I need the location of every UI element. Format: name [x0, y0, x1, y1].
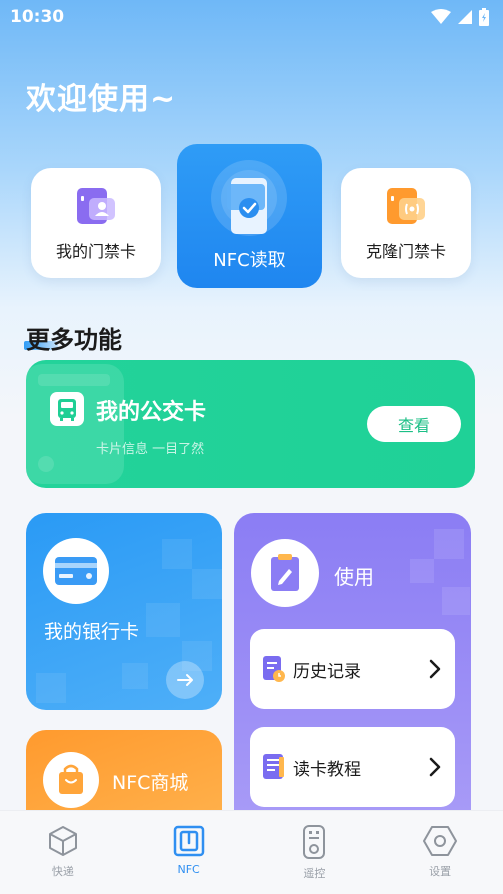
my-access-card-button[interactable]: 我的门禁卡 — [31, 168, 161, 278]
read-card-tutorial-label: 读卡教程 — [293, 760, 361, 780]
welcome-title: 欢迎使用~ — [26, 82, 177, 117]
access-card-icon — [77, 188, 115, 224]
chevron-right-icon — [429, 757, 441, 777]
tab-nfc-label: NFC — [177, 863, 200, 876]
more-features-title: 更多功能 — [26, 326, 122, 354]
tab-remote-label: 遥控 — [303, 867, 326, 880]
tab-settings[interactable]: 设置 — [377, 811, 503, 894]
nfc-read-button[interactable]: NFC读取 — [177, 144, 322, 288]
cube-icon — [48, 826, 77, 856]
chevron-right-icon — [429, 659, 441, 679]
tutorial-doc-icon — [263, 754, 284, 779]
bus-card-title: 我的公交卡 — [96, 400, 207, 425]
hexagon-settings-icon — [423, 826, 458, 856]
wifi-icon — [431, 9, 451, 24]
nfc-shop-title: NFC商城 — [112, 772, 189, 794]
tab-remote[interactable]: 遥控 — [252, 811, 378, 894]
bus-card-subtitle: 卡片信息 一目了然 — [96, 442, 205, 457]
clone-access-card-button[interactable]: 克隆门禁卡 — [341, 168, 471, 278]
my-access-card-label: 我的门禁卡 — [55, 242, 136, 261]
tab-nfc[interactable]: NFC — [126, 811, 252, 894]
clone-card-icon — [387, 188, 425, 224]
tab-express[interactable]: 快递 — [0, 811, 126, 894]
battery-icon — [479, 8, 489, 26]
status-time: 10:30 — [10, 7, 65, 27]
nfc-phone-icon — [211, 160, 287, 236]
status-icons — [431, 8, 489, 26]
arrow-right-icon[interactable] — [166, 661, 204, 699]
tab-settings-label: 设置 — [429, 865, 452, 878]
status-bar: 10:30 — [0, 0, 503, 34]
nfc-icon — [173, 825, 204, 857]
bank-card-icon — [43, 538, 109, 604]
bus-icon — [50, 392, 84, 426]
signal-icon — [458, 10, 472, 24]
read-card-tutorial-button[interactable]: 读卡教程 — [250, 727, 455, 807]
bus-card-banner[interactable]: 我的公交卡 卡片信息 一目了然 查看 — [26, 360, 475, 488]
clipboard-edit-icon — [251, 539, 319, 607]
bank-card-title: 我的银行卡 — [44, 621, 140, 643]
history-record-label: 历史记录 — [293, 662, 361, 682]
nfc-read-label: NFC读取 — [213, 250, 286, 271]
clone-access-card-label: 克隆门禁卡 — [365, 242, 446, 261]
view-bus-card-button[interactable]: 查看 — [367, 406, 461, 442]
use-panel: 使用 历史记录 读卡教程 — [234, 513, 471, 833]
bottom-tab-bar: 快递 NFC 遥控 设置 — [0, 810, 503, 894]
remote-icon — [303, 825, 326, 859]
history-doc-icon — [263, 656, 285, 682]
use-title: 使用 — [334, 565, 374, 589]
bank-card-tile[interactable]: 我的银行卡 — [26, 513, 222, 710]
shopping-bag-icon — [43, 752, 99, 808]
tab-express-label: 快递 — [51, 865, 74, 878]
history-record-button[interactable]: 历史记录 — [250, 629, 455, 709]
